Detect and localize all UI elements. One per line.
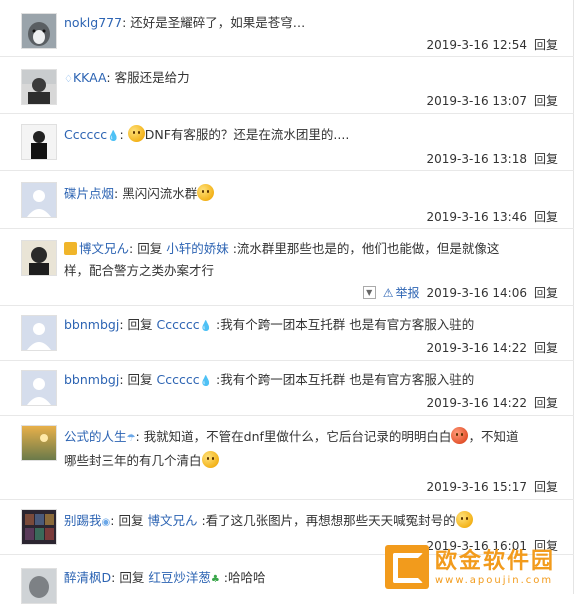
comment-time: 2019-3-16 15:17	[426, 479, 527, 494]
avatar[interactable]	[21, 182, 57, 218]
reply-button[interactable]: 回复	[534, 150, 558, 167]
reply-prefix: 回复	[118, 513, 144, 528]
colon: :	[119, 317, 128, 332]
username[interactable]: KKAA	[73, 70, 106, 85]
report-button[interactable]: ⚠ 举报	[383, 284, 420, 301]
reply-button[interactable]: 回复	[534, 208, 558, 225]
report-label: 举报	[395, 286, 420, 300]
comment-text: :我有个跨一团本互托群 也是有官方客服入驻的	[216, 372, 475, 387]
clover-icon: ♣	[210, 574, 220, 585]
watermark-url: www.apoujin.com	[435, 574, 554, 586]
comment-text-after: ，不知道	[468, 429, 519, 444]
reply-to-user[interactable]: 小轩的娇妹	[166, 241, 229, 256]
colon: :	[114, 186, 123, 201]
comment-time: 2019-3-16 13:18	[426, 151, 527, 166]
comment-text: :我有个跨一团本互托群 也是有官方客服入驻的	[216, 317, 475, 332]
comment-text: 我就知道，不管在dnf里做什么，它后台记录的明明白白	[143, 429, 452, 444]
comment-time: 2019-3-16 14:22	[426, 395, 527, 410]
dropdown-icon[interactable]: ▼	[362, 286, 376, 299]
username[interactable]: bbnmbgj	[64, 372, 119, 387]
watermark-title: 欧金软件园	[435, 548, 556, 574]
colon: :	[119, 372, 128, 387]
drop-icon: 💧	[107, 131, 120, 142]
comment-time: 2019-3-16 13:07	[426, 93, 527, 108]
comment-time: 2019-3-16 14:22	[426, 340, 527, 355]
comment-text: 黑闪闪流水群	[122, 186, 198, 201]
avatar[interactable]	[21, 370, 57, 406]
site-watermark: 欧金软件园 www.apoujin.com	[385, 543, 575, 591]
reply-button[interactable]: 回复	[534, 478, 558, 495]
username[interactable]: 别踢我	[64, 513, 102, 528]
comment-text-line2: 样，配合警方之类办案才行	[64, 263, 215, 278]
username[interactable]: Cccccc	[64, 127, 107, 142]
drop-icon: 💧	[199, 321, 213, 332]
avatar[interactable]	[21, 124, 57, 160]
reply-to-user[interactable]: 博文兄ん	[147, 513, 197, 528]
reply-prefix: 回复	[137, 241, 163, 256]
comment-text: :哈哈哈	[223, 570, 266, 585]
avatar[interactable]	[21, 509, 57, 545]
avatar[interactable]	[21, 568, 57, 604]
comment-text: DNF有客服的？还是在流水团里的....	[144, 127, 350, 142]
comment-time: 2019-3-16 14:06	[426, 285, 527, 300]
username[interactable]: noklg777	[64, 15, 122, 30]
drop-icon: 💧	[199, 376, 213, 387]
comment-text: 还好是圣耀碎了，如果是苍穹…	[130, 15, 306, 30]
smiley-emoji-icon	[127, 125, 145, 142]
comment-item: ♢KKAA: 客服还是给力 2019-3-16 13:07 回复	[0, 56, 574, 114]
comment-item: Cccccc💧: DNF有客服的？还是在流水团里的.... 2019-3-16 …	[0, 113, 574, 171]
reply-button[interactable]: 回复	[534, 394, 558, 411]
logo-icon	[385, 545, 429, 589]
comment-item: bbnmbgj: 回复 Cccccc💧 :我有个跨一团本互托群 也是有官方客服入…	[0, 360, 574, 416]
eye-icon: ◉	[101, 517, 111, 528]
reply-to-user[interactable]: Cccccc	[157, 317, 200, 332]
badge-icon: ♢	[64, 74, 73, 85]
colon: :	[135, 429, 144, 444]
colon: :	[119, 127, 128, 142]
avatar[interactable]	[21, 425, 57, 461]
colon: :	[106, 70, 115, 85]
comment-item: 公式的人生☂: 我就知道，不管在dnf里做什么，它后台记录的明明白白 ，不知道 哪…	[0, 415, 574, 500]
avatar[interactable]	[21, 240, 57, 276]
warning-icon: ⚠	[382, 285, 394, 300]
comment-item: 博文兄ん: 回复 小轩的娇妹 :流水群里那些也是的，他们也能做，但是就像这 样，…	[0, 228, 574, 306]
reply-button[interactable]: 回复	[534, 36, 558, 53]
comment-time: 2019-3-16 12:54	[426, 37, 527, 52]
comment-text: 客服还是给力	[114, 70, 190, 85]
reply-prefix: 回复	[127, 317, 153, 332]
smiley-emoji-icon	[197, 184, 215, 201]
reply-prefix: 回复	[119, 570, 145, 585]
reply-prefix: 回复	[127, 372, 153, 387]
comment-text: :流水群里那些也是的，他们也能做，但是就像这	[232, 241, 500, 256]
username[interactable]: bbnmbgj	[64, 317, 119, 332]
smiley-emoji-icon	[201, 451, 219, 468]
username[interactable]: 碟片点烟	[64, 186, 114, 201]
reply-to-user[interactable]: 红豆炒洋葱	[148, 570, 211, 585]
reply-to-user[interactable]: Cccccc	[157, 372, 200, 387]
smiley-emoji-icon	[455, 511, 473, 528]
username[interactable]: 公式的人生	[64, 429, 127, 444]
comment-item: bbnmbgj: 回复 Cccccc💧 :我有个跨一团本互托群 也是有官方客服入…	[0, 305, 574, 361]
comment-item: noklg777: 还好是圣耀碎了，如果是苍穹… 2019-3-16 12:54…	[0, 0, 574, 57]
comment-text: :看了这几张图片，再想想那些天天喊冤封号的	[201, 513, 456, 528]
avatar[interactable]	[21, 13, 57, 49]
angry-emoji-icon	[451, 427, 469, 444]
username[interactable]: 醉清枫D	[64, 570, 111, 585]
badge-icon	[64, 242, 77, 255]
comment-text-line2: 哪些封三年的有几个清白	[64, 453, 202, 468]
reply-button[interactable]: 回复	[534, 339, 558, 356]
comment-time: 2019-3-16 13:46	[426, 209, 527, 224]
comment-item: 碟片点烟: 黑闪闪流水群 2019-3-16 13:46 回复	[0, 170, 574, 229]
colon: :	[129, 241, 138, 256]
username[interactable]: 博文兄ん	[79, 241, 129, 256]
avatar[interactable]	[21, 315, 57, 351]
reply-button[interactable]: 回复	[534, 284, 558, 301]
avatar[interactable]	[21, 69, 57, 105]
reply-button[interactable]: 回复	[534, 92, 558, 109]
